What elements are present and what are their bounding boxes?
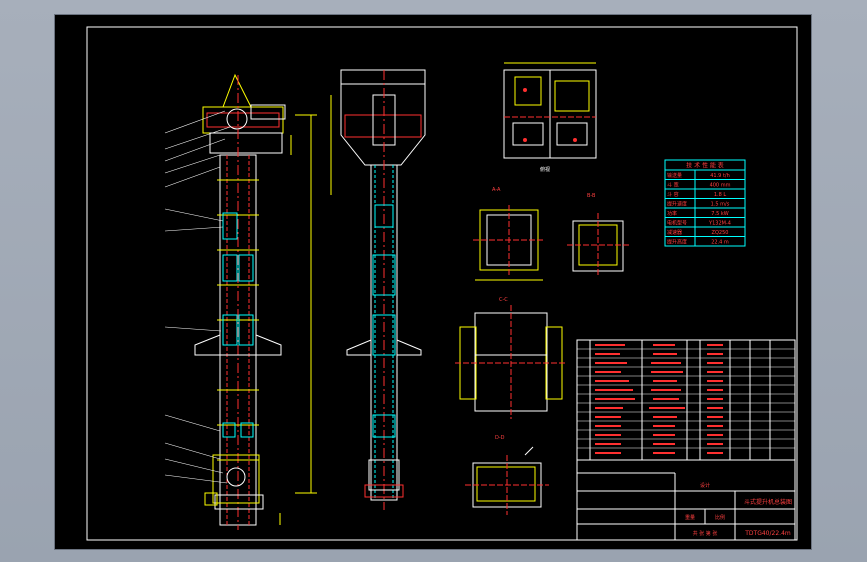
front-elevation-view xyxy=(164,73,317,530)
weight-label: 重量 xyxy=(685,514,695,521)
sheet-count-label: 共 张 第 张 xyxy=(693,530,718,537)
technical-spec-table: 技 术 性 能 表 输送量 41.9 t/h 斗 宽 400 mm 斗 容 1.… xyxy=(664,159,746,247)
section-d-label: D-D xyxy=(495,435,505,441)
spec-table-heading: 技 术 性 能 表 xyxy=(686,162,724,170)
title-block: 斗式提升机总装图 TDTG40/22.4m 设计 重量 比例 共 张 第 张 xyxy=(576,459,796,541)
section-b-label: B-B xyxy=(587,193,596,199)
section-d-view: D-D xyxy=(465,435,549,515)
section-a-label: A-A xyxy=(492,187,501,193)
spec-key: 斗 宽 xyxy=(667,182,679,189)
spec-value: Y132M-4 xyxy=(708,221,731,227)
spec-value: 41.9 t/h xyxy=(710,173,730,179)
spec-value: 400 mm xyxy=(710,183,731,189)
drawing-sheet: 俯视 A-A B-B C-C D-D 技 术 性 能 表 输送量 41.9 t/… xyxy=(55,15,811,549)
spec-value: 22.4 m xyxy=(711,240,729,246)
top-plan-view: 俯视 xyxy=(503,62,597,173)
cad-drawing: 俯视 A-A B-B C-C D-D 技 术 性 能 表 输送量 41.9 t/… xyxy=(86,26,798,541)
section-c-view: C-C xyxy=(455,297,567,419)
spec-key: 提升高度 xyxy=(667,239,687,246)
drawing-number: TDTG40/22.4m xyxy=(744,530,791,537)
scale-label: 比例 xyxy=(715,514,725,521)
spec-key: 提升速度 xyxy=(667,201,687,208)
top-view-label: 俯视 xyxy=(540,166,550,173)
spec-key: 电机型号 xyxy=(667,220,687,227)
spec-key: 斗 容 xyxy=(667,191,679,198)
designer-label: 设计 xyxy=(700,482,710,489)
side-elevation-view xyxy=(330,69,426,510)
spec-value: 1.5 m/s xyxy=(711,202,730,208)
spec-key: 减速器 xyxy=(667,229,682,236)
section-b-view: B-B xyxy=(567,193,630,277)
spec-value: 1.8 L xyxy=(714,192,727,198)
spec-value: 7.5 kW xyxy=(711,211,728,217)
drawing-border xyxy=(86,26,798,541)
spec-value: ZQ250 xyxy=(712,230,729,236)
spec-key: 输送量 xyxy=(667,172,682,179)
drawing-title: 斗式提升机总装图 xyxy=(744,498,792,506)
section-a-view: A-A xyxy=(473,187,545,281)
parts-list-table xyxy=(576,339,796,461)
spec-key: 功率 xyxy=(667,210,677,217)
section-c-label: C-C xyxy=(499,297,508,303)
